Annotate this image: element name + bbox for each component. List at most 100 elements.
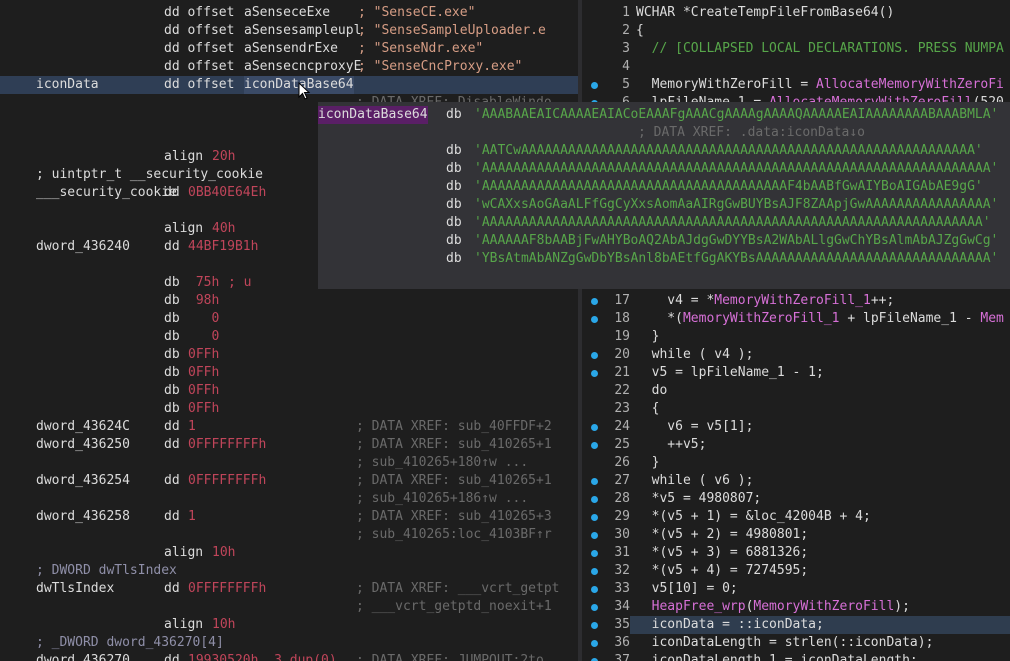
disasm-line[interactable]: db 98h	[0, 292, 578, 310]
line-operand[interactable]: aSenseceExe	[244, 4, 330, 22]
line-label[interactable]: dword_436270	[36, 652, 130, 661]
line-label[interactable]: dword_436258	[36, 508, 130, 526]
disasm-line[interactable]: dd offset aSenseceExe ; "SenseCE.exe"	[0, 4, 578, 22]
line-operand[interactable]: 75h	[188, 274, 220, 292]
breakpoint-dot-icon[interactable]	[591, 370, 598, 377]
breakpoint-dot-icon[interactable]	[591, 352, 598, 359]
disasm-line[interactable]: dword_436270 dd 19930520h, 3 dup(0) ; DATA …	[0, 652, 578, 661]
pseudocode-line[interactable]: 32 *(v5 + 4) = 7274595;	[582, 562, 1010, 580]
code-text[interactable]: v4 = *MemoryWithZeroFill_1++;	[636, 292, 894, 310]
code-text[interactable]: // [COLLAPSED LOCAL DECLARATIONS. PRESS …	[636, 40, 1004, 58]
line-operand[interactable]: 40h	[212, 220, 235, 238]
line-label[interactable]: dword_436254	[36, 472, 130, 490]
code-text[interactable]: {	[636, 22, 644, 40]
pseudocode-line[interactable]: 5 MemoryWithZeroFill = AllocateMemoryWit…	[582, 76, 1010, 94]
disasm-line[interactable]: ; sub_410265:loc_4103BF↑r	[0, 526, 578, 544]
disasm-line[interactable]: db 0	[0, 310, 578, 328]
breakpoint-dot-icon[interactable]	[591, 586, 598, 593]
disasm-line[interactable]: db 0	[0, 328, 578, 346]
disasm-line[interactable]: dword_436250 dd 0FFFFFFFFh ; DATA XREF: sub…	[0, 436, 578, 454]
line-operand[interactable]: 0FFFFFFFFh	[188, 580, 266, 598]
code-text[interactable]: iconData = ::iconData;	[636, 616, 824, 634]
line-operand[interactable]: 0	[188, 328, 219, 346]
disasm-line[interactable]: dword_43624C dd 1 ; DATA XREF: sub_40FFDF+2	[0, 418, 578, 436]
pseudocode-line[interactable]: 30 *(v5 + 2) = 4980801;	[582, 526, 1010, 544]
breakpoint-dot-icon[interactable]	[591, 568, 598, 575]
code-text[interactable]: *(v5 + 1) = &loc_42004B + 4;	[636, 508, 871, 526]
line-operand[interactable]: 98h	[188, 292, 220, 310]
line-operand[interactable]: 1	[188, 418, 196, 436]
line-operand[interactable]: 0	[188, 310, 219, 328]
code-text[interactable]: ++v5;	[636, 436, 706, 454]
code-text[interactable]: MemoryWithZeroFill = AllocateMemoryWithZ…	[636, 76, 1004, 94]
breakpoint-dot-icon[interactable]	[591, 622, 598, 629]
pseudocode-line[interactable]: 29 *(v5 + 1) = &loc_42004B + 4;	[582, 508, 1010, 526]
code-text[interactable]: v5 = lpFileName_1 - 1;	[636, 364, 824, 382]
line-operand[interactable]: 20h	[212, 148, 235, 166]
disasm-line[interactable]: dword_436258 dd 1 ; DATA XREF: sub_410265+3	[0, 508, 578, 526]
disasm-line[interactable]: ; ___vcrt_getptd_noexit+1	[0, 598, 578, 616]
pseudocode-line[interactable]: 34 HeapFree_wrp(MemoryWithZeroFill);	[582, 598, 1010, 616]
disasm-line[interactable]: db 0FFh	[0, 364, 578, 382]
disasm-line[interactable]: ; _DWORD dword_436270[4]	[0, 634, 578, 652]
disasm-line[interactable]: align 10h	[0, 616, 578, 634]
line-operand[interactable]: 0FFh	[188, 382, 219, 400]
line-operand[interactable]: 1	[188, 508, 196, 526]
breakpoint-dot-icon[interactable]	[591, 640, 598, 647]
pseudocode-line[interactable]: 37 iconDataLength_1 = iconDataLength;	[582, 652, 1010, 661]
line-operand[interactable]: 10h	[212, 616, 235, 634]
code-text[interactable]: HeapFree_wrp(MemoryWithZeroFill);	[636, 598, 910, 616]
breakpoint-dot-icon[interactable]	[591, 604, 598, 611]
pseudocode-line[interactable]: 18 *(MemoryWithZeroFill_1 + lpFileName_1…	[582, 310, 1010, 328]
code-text[interactable]: *(v5 + 3) = 6881326;	[636, 544, 809, 562]
disasm-line[interactable]: db 0FFh	[0, 400, 578, 418]
pseudocode-line[interactable]: 36 iconDataLength = strlen(::iconData);	[582, 634, 1010, 652]
breakpoint-dot-icon[interactable]	[591, 514, 598, 521]
breakpoint-dot-icon[interactable]	[591, 424, 598, 431]
code-text[interactable]: }	[636, 328, 660, 346]
pseudocode-line[interactable]: 1 WCHAR *CreateTempFileFromBase64()	[582, 4, 1010, 22]
breakpoint-dot-icon[interactable]	[591, 550, 598, 557]
breakpoint-dot-icon[interactable]	[591, 532, 598, 539]
pseudocode-line[interactable]: 25 ++v5;	[582, 436, 1010, 454]
line-operand[interactable]: aSensecncproxyE	[244, 58, 361, 76]
breakpoint-dot-icon[interactable]	[591, 442, 598, 449]
code-text[interactable]: while ( v6 );	[636, 472, 754, 490]
disasm-line[interactable]: db 0FFh	[0, 346, 578, 364]
pseudocode-line[interactable]: 2{	[582, 22, 1010, 40]
line-operand[interactable]: 0FFh	[188, 400, 219, 418]
pseudocode-line[interactable]: 31 *(v5 + 3) = 6881326;	[582, 544, 1010, 562]
pseudocode-line[interactable]: 35 iconData = ::iconData;	[582, 616, 1010, 634]
pseudocode-line[interactable]: 21 v5 = lpFileName_1 - 1;	[582, 364, 1010, 382]
pseudocode-line[interactable]: 26 }	[582, 454, 1010, 472]
code-text[interactable]: v5[10] = 0;	[636, 580, 738, 598]
pseudocode-line[interactable]: 17 v4 = *MemoryWithZeroFill_1++;	[582, 292, 1010, 310]
disasm-line[interactable]: dword_436254 dd 0FFFFFFFFh ; DATA XREF: sub…	[0, 472, 578, 490]
code-text[interactable]: v6 = v5[1];	[636, 418, 753, 436]
code-text[interactable]: iconDataLength = strlen(::iconData);	[636, 634, 934, 652]
breakpoint-dot-icon[interactable]	[591, 82, 598, 89]
pseudocode-line[interactable]: 20 while ( v4 );	[582, 346, 1010, 364]
line-label[interactable]: dword_43624C	[36, 418, 130, 436]
line-operand[interactable]: aSensendrExe	[244, 40, 338, 58]
pseudocode-line[interactable]: 24 v6 = v5[1];	[582, 418, 1010, 436]
code-text[interactable]: *(v5 + 2) = 4980801;	[636, 526, 809, 544]
disasm-line[interactable]: dd offset aSensecncproxyE; "SenseCncProxy…	[0, 58, 578, 76]
pseudocode-line[interactable]: 28 *v5 = 4980807;	[582, 490, 1010, 508]
breakpoint-dot-icon[interactable]	[591, 496, 598, 503]
line-operand[interactable]: 0BB40E64Eh	[188, 184, 266, 202]
disasm-line[interactable]: align 10h	[0, 544, 578, 562]
line-operand[interactable]: 0FFFFFFFFh	[188, 472, 266, 490]
code-text[interactable]: *(MemoryWithZeroFill_1 + lpFileName_1 - …	[636, 310, 1004, 328]
line-operand[interactable]: 44BF19B1h	[188, 238, 258, 256]
code-text[interactable]: *v5 = 4980807;	[636, 490, 762, 508]
pseudocode-line[interactable]: 3 // [COLLAPSED LOCAL DECLARATIONS. PRES…	[582, 40, 1010, 58]
code-text[interactable]: }	[636, 454, 660, 472]
disassembly-view[interactable]: dd offset aSenseceExe; "SenseCE.exe" dd of…	[0, 0, 578, 661]
disasm-line[interactable]: ; sub_410265+180↑w ...	[0, 454, 578, 472]
line-operand[interactable]: 0FFh	[188, 346, 219, 364]
line-operand[interactable]: 0FFh	[188, 364, 219, 382]
disasm-line[interactable]: dwTlsIndex dd 0FFFFFFFFh ; DATA XREF: ___vc…	[0, 580, 578, 598]
code-text[interactable]: iconDataLength_1 = iconDataLength;	[636, 652, 918, 661]
line-operand[interactable]: 19930520h, 3 dup(0)	[188, 652, 337, 661]
